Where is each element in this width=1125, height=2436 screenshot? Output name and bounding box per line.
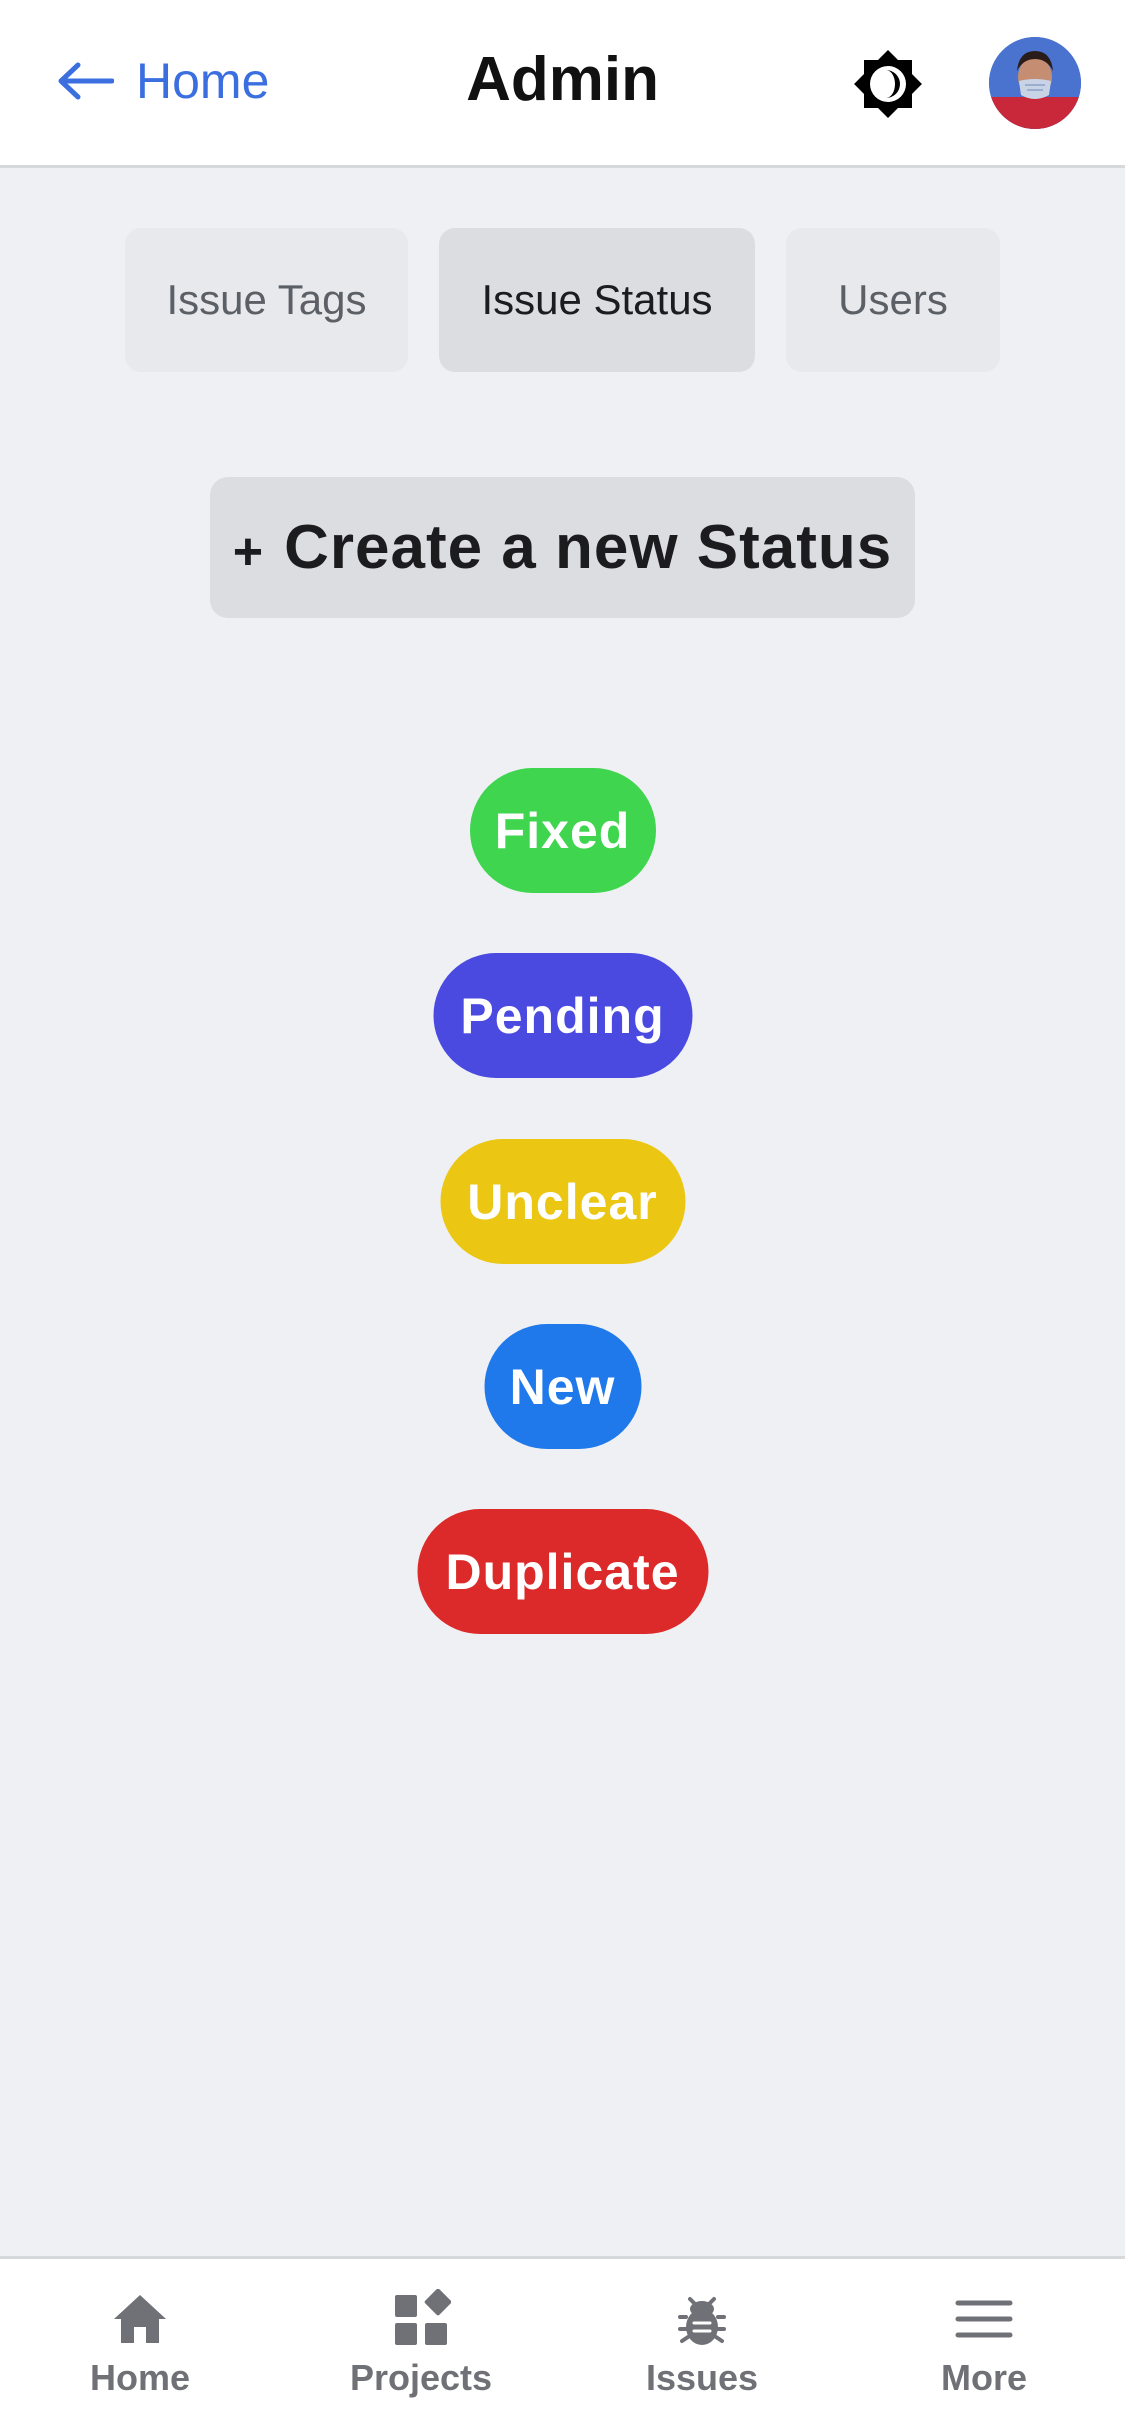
brightness-icon — [854, 50, 922, 118]
nav-item-home[interactable]: Home — [40, 2289, 240, 2409]
top-header: Home Admin — [0, 0, 1125, 168]
menu-icon — [955, 2300, 1013, 2338]
create-status-label: Create a new Status — [284, 513, 893, 582]
status-badge-new[interactable]: New — [484, 1324, 641, 1449]
nav-label: Projects — [349, 2357, 493, 2398]
status-badge-fixed[interactable]: Fixed — [469, 768, 656, 893]
arrow-left-icon — [58, 62, 114, 100]
status-badge-duplicate[interactable]: Duplicate — [417, 1509, 708, 1634]
nav-item-more[interactable]: More — [884, 2289, 1084, 2409]
tab-label: Issue Tags — [166, 276, 367, 323]
tab-users[interactable]: Users — [786, 228, 1000, 372]
theme-toggle-button[interactable] — [852, 48, 924, 120]
nav-label: Home — [89, 2357, 191, 2398]
tab-issue-status[interactable]: Issue Status — [439, 228, 755, 372]
nav-label: More — [940, 2357, 1027, 2398]
status-badge-unclear[interactable]: Unclear — [440, 1139, 685, 1264]
tab-issue-tags[interactable]: Issue Tags — [125, 228, 408, 372]
create-status-button[interactable]: + Create a new Status — [210, 477, 915, 618]
nav-item-projects[interactable]: Projects — [321, 2289, 521, 2409]
nav-item-issues[interactable]: Issues — [602, 2289, 802, 2409]
tab-label: Issue Status — [481, 276, 713, 323]
bottom-navigation: Home Projects Issues More — [0, 2256, 1125, 2436]
user-avatar[interactable] — [989, 37, 1081, 129]
status-badge-pending[interactable]: Pending — [433, 953, 692, 1078]
tab-label: Users — [838, 276, 948, 323]
avatar-image — [989, 37, 1081, 129]
home-icon — [114, 2295, 166, 2343]
plus-icon: + — [232, 522, 265, 581]
back-home-link[interactable]: Home — [56, 46, 269, 116]
back-link-label: Home — [136, 53, 270, 109]
nav-label: Issues — [645, 2357, 759, 2398]
bug-icon — [678, 2297, 726, 2345]
admin-page: Home Admin Issue Tags Issue Status Users… — [0, 0, 1125, 2436]
projects-icon — [395, 2289, 451, 2345]
